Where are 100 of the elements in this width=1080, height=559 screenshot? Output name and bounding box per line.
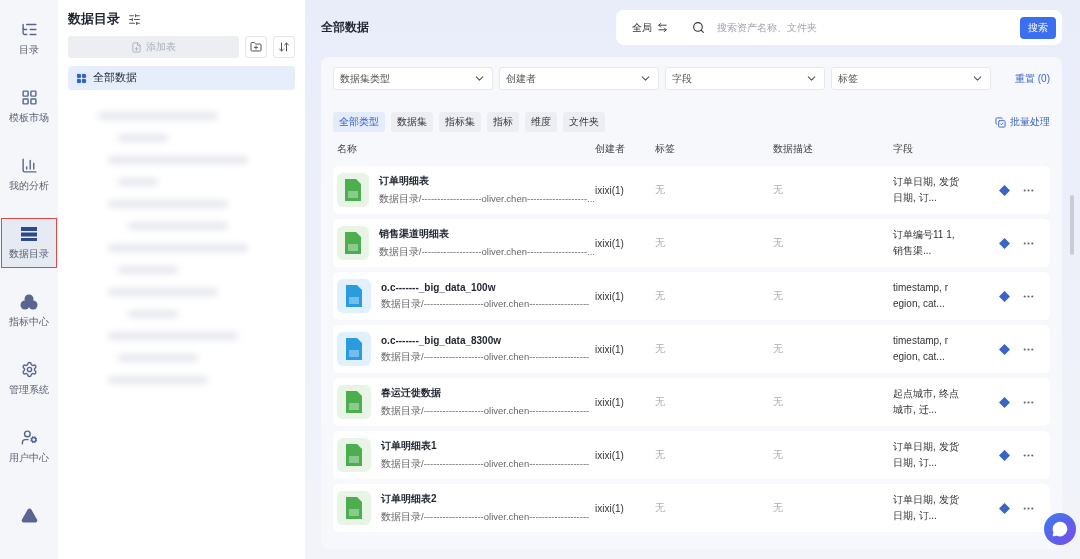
nav-item[interactable]: 目录 <box>1 14 57 64</box>
nav-label: 模板市场 <box>9 111 49 125</box>
table-row[interactable]: o.c-------_big_data_100w 数据目录/-------------------oliver.chen------------------- ixixi(1) 无 无 timestamp, r egion, cat... <box>333 272 1050 320</box>
diamond-icon[interactable] <box>999 184 1010 196</box>
settings-icon <box>20 361 38 378</box>
scope-button[interactable]: 全局 <box>632 20 682 35</box>
page-title: 全部数据 <box>321 19 369 36</box>
column-header: 数据描述 <box>773 142 814 156</box>
scrollbar[interactable] <box>1070 195 1074 255</box>
nav-item[interactable]: 用户中心 <box>1 422 57 472</box>
dataset-path: 数据目录/-------------------oliver.chen------------------- <box>381 511 590 524</box>
nav-item[interactable]: 数据目录 <box>1 218 57 268</box>
table-cell-text: 订单日期, 发货日期, 订... <box>893 493 960 523</box>
nav-label: 指标中心 <box>9 314 49 329</box>
column-header: 名称 <box>337 142 358 156</box>
table-cell-text: ixixi(1) <box>595 396 625 408</box>
table-cell-text: 无 <box>773 501 784 515</box>
table-cell-text: 无 <box>655 448 666 462</box>
type-tab[interactable]: 数据集 <box>391 112 433 132</box>
table-cell-text: ixixi(1) <box>595 237 625 249</box>
table-cell-text: ixixi(1) <box>595 449 625 461</box>
sort-icon <box>278 41 290 53</box>
filter-dropdown[interactable]: 字段 <box>665 67 825 90</box>
table-cell-text: ixixi(1) <box>595 502 625 514</box>
search-button[interactable]: 搜索 <box>1020 16 1056 39</box>
diamond-icon[interactable] <box>999 290 1010 302</box>
table-row[interactable]: 春运迁徙数据 数据目录/-------------------oliver.chen------------------- ixixi(1) 无 无 起点城市, 终点城市, 迁... <box>333 378 1050 426</box>
diamond-icon[interactable] <box>999 237 1010 249</box>
filter-dropdown[interactable]: 创建者 <box>499 67 659 90</box>
table-cell-text: 订单日期, 发货日期, 订... <box>893 175 960 205</box>
dataset-path: 数据目录/-------------------oliver.chen------------------- <box>381 297 590 311</box>
new-folder-button[interactable] <box>245 36 267 58</box>
chat-icon <box>1052 521 1068 537</box>
filter-dropdown[interactable]: 标签 <box>831 67 991 90</box>
spreadsheet-file-icon <box>337 226 369 260</box>
table-cell-text: 订单日期, 发货日期, 订... <box>893 440 960 470</box>
table-row[interactable]: o.c-------_big_data_8300w 数据目录/-------------------oliver.chen------------------- ixixi(1) 无 无 timestamp, r egion, cat... <box>333 325 1050 373</box>
dataset-path: 数据目录/-------------------oliver.chen------------------- <box>381 405 590 418</box>
reset-link[interactable]: 重置 (0) <box>1015 71 1050 86</box>
grid-icon <box>76 72 87 84</box>
column-header: 创建者 <box>595 142 626 156</box>
grid-icon <box>20 89 38 106</box>
table-cell-text: 无 <box>773 395 784 409</box>
type-tab[interactable]: 全部类型 <box>333 112 385 132</box>
dataset-name: 销售渠道明细表 <box>378 227 450 241</box>
dropdown-label: 数据集类型 <box>340 71 390 86</box>
nav-item[interactable]: 指标中心 <box>1 286 57 336</box>
list-icon <box>20 21 38 38</box>
filter-settings-icon[interactable] <box>128 12 141 26</box>
nav-item[interactable]: 我的分析 <box>1 150 57 200</box>
nav-label: 用户中心 <box>9 451 49 465</box>
table-cell-text: 无 <box>655 289 666 303</box>
table-cell-text: ixixi(1) <box>595 343 625 355</box>
dropdown-label: 创建者 <box>506 71 536 86</box>
folder-plus-icon <box>250 41 262 53</box>
table-cell-text: 无 <box>655 501 666 515</box>
sort-button[interactable] <box>273 36 295 58</box>
table-row[interactable]: 订单明细表2 数据目录/-------------------oliver.chen------------------- ixixi(1) 无 无 订单日期, 发货日期, 订... <box>333 484 1050 532</box>
table-row[interactable]: 销售渠道明细表 数据目录/-------------------oliver.chen-------------------... ixixi(1) 无 无 订单编号11 1, 销售渠... <box>333 219 1050 267</box>
user-icon <box>20 429 38 446</box>
chart-icon <box>20 157 38 174</box>
diamond-icon[interactable] <box>999 502 1010 514</box>
dataset-path: 数据目录/-------------------oliver.chen-------------------... <box>378 246 595 259</box>
search-icon <box>692 21 705 34</box>
table-cell-text: timestamp, r egion, cat... <box>893 281 949 311</box>
table-cell-text: timestamp, r egion, cat... <box>893 334 949 364</box>
table-cell-text: 订单编号11 1, 销售渠... <box>893 228 956 258</box>
nav-item[interactable]: 管理系统 <box>1 354 57 404</box>
type-tab[interactable]: 文件夹 <box>563 112 605 132</box>
type-tab[interactable]: 指标集 <box>439 112 481 132</box>
dataset-path: 数据目录/-------------------oliver.chen------------------- <box>381 458 590 471</box>
dropdown-label: 标签 <box>838 71 858 86</box>
chat-button[interactable] <box>1044 513 1076 545</box>
batch-button[interactable]: 批量处理 <box>995 115 1050 129</box>
tree-item[interactable]: 全部数据 <box>68 66 295 90</box>
table-row[interactable]: 订单明细表 数据目录/-------------------oliver.chen-------------------... ixixi(1) 无 无 订单日期, 发货日期, 订... <box>333 166 1050 214</box>
dataset-path: 数据目录/-------------------oliver.chen-------------------... <box>378 193 595 206</box>
table-row[interactable]: 订单明细表1 数据目录/-------------------oliver.chen------------------- ixixi(1) 无 无 订单日期, 发货日期, 订... <box>333 431 1050 479</box>
diamond-icon[interactable] <box>999 449 1010 461</box>
table-cell-text: 无 <box>655 342 666 356</box>
dataset-name: 春运迁徙数据 <box>381 386 442 400</box>
dropdown-label: 字段 <box>672 71 692 86</box>
database-file-icon <box>337 279 371 313</box>
type-tab[interactable]: 维度 <box>525 112 557 132</box>
nav-label: 管理系统 <box>9 383 49 397</box>
spreadsheet-file-icon <box>337 491 371 525</box>
type-tab[interactable]: 指标 <box>487 112 519 132</box>
catalog-icon <box>20 225 38 242</box>
dataset-name: o.c-------_big_data_100w <box>381 281 497 293</box>
swap-icon <box>657 22 668 33</box>
nav-label: 目录 <box>19 43 39 57</box>
nav-label: 我的分析 <box>9 179 49 193</box>
diamond-icon[interactable] <box>999 343 1010 355</box>
diamond-icon[interactable] <box>999 396 1010 408</box>
filter-dropdown[interactable]: 数据集类型 <box>333 67 493 90</box>
dataset-path: 数据目录/-------------------oliver.chen------------------- <box>381 350 590 364</box>
dataset-name: 订单明细表2 <box>381 492 438 506</box>
spreadsheet-file-icon <box>337 173 369 207</box>
nav-item[interactable]: 模板市场 <box>1 82 57 132</box>
dataset-name: 订单明细表 <box>378 174 430 188</box>
